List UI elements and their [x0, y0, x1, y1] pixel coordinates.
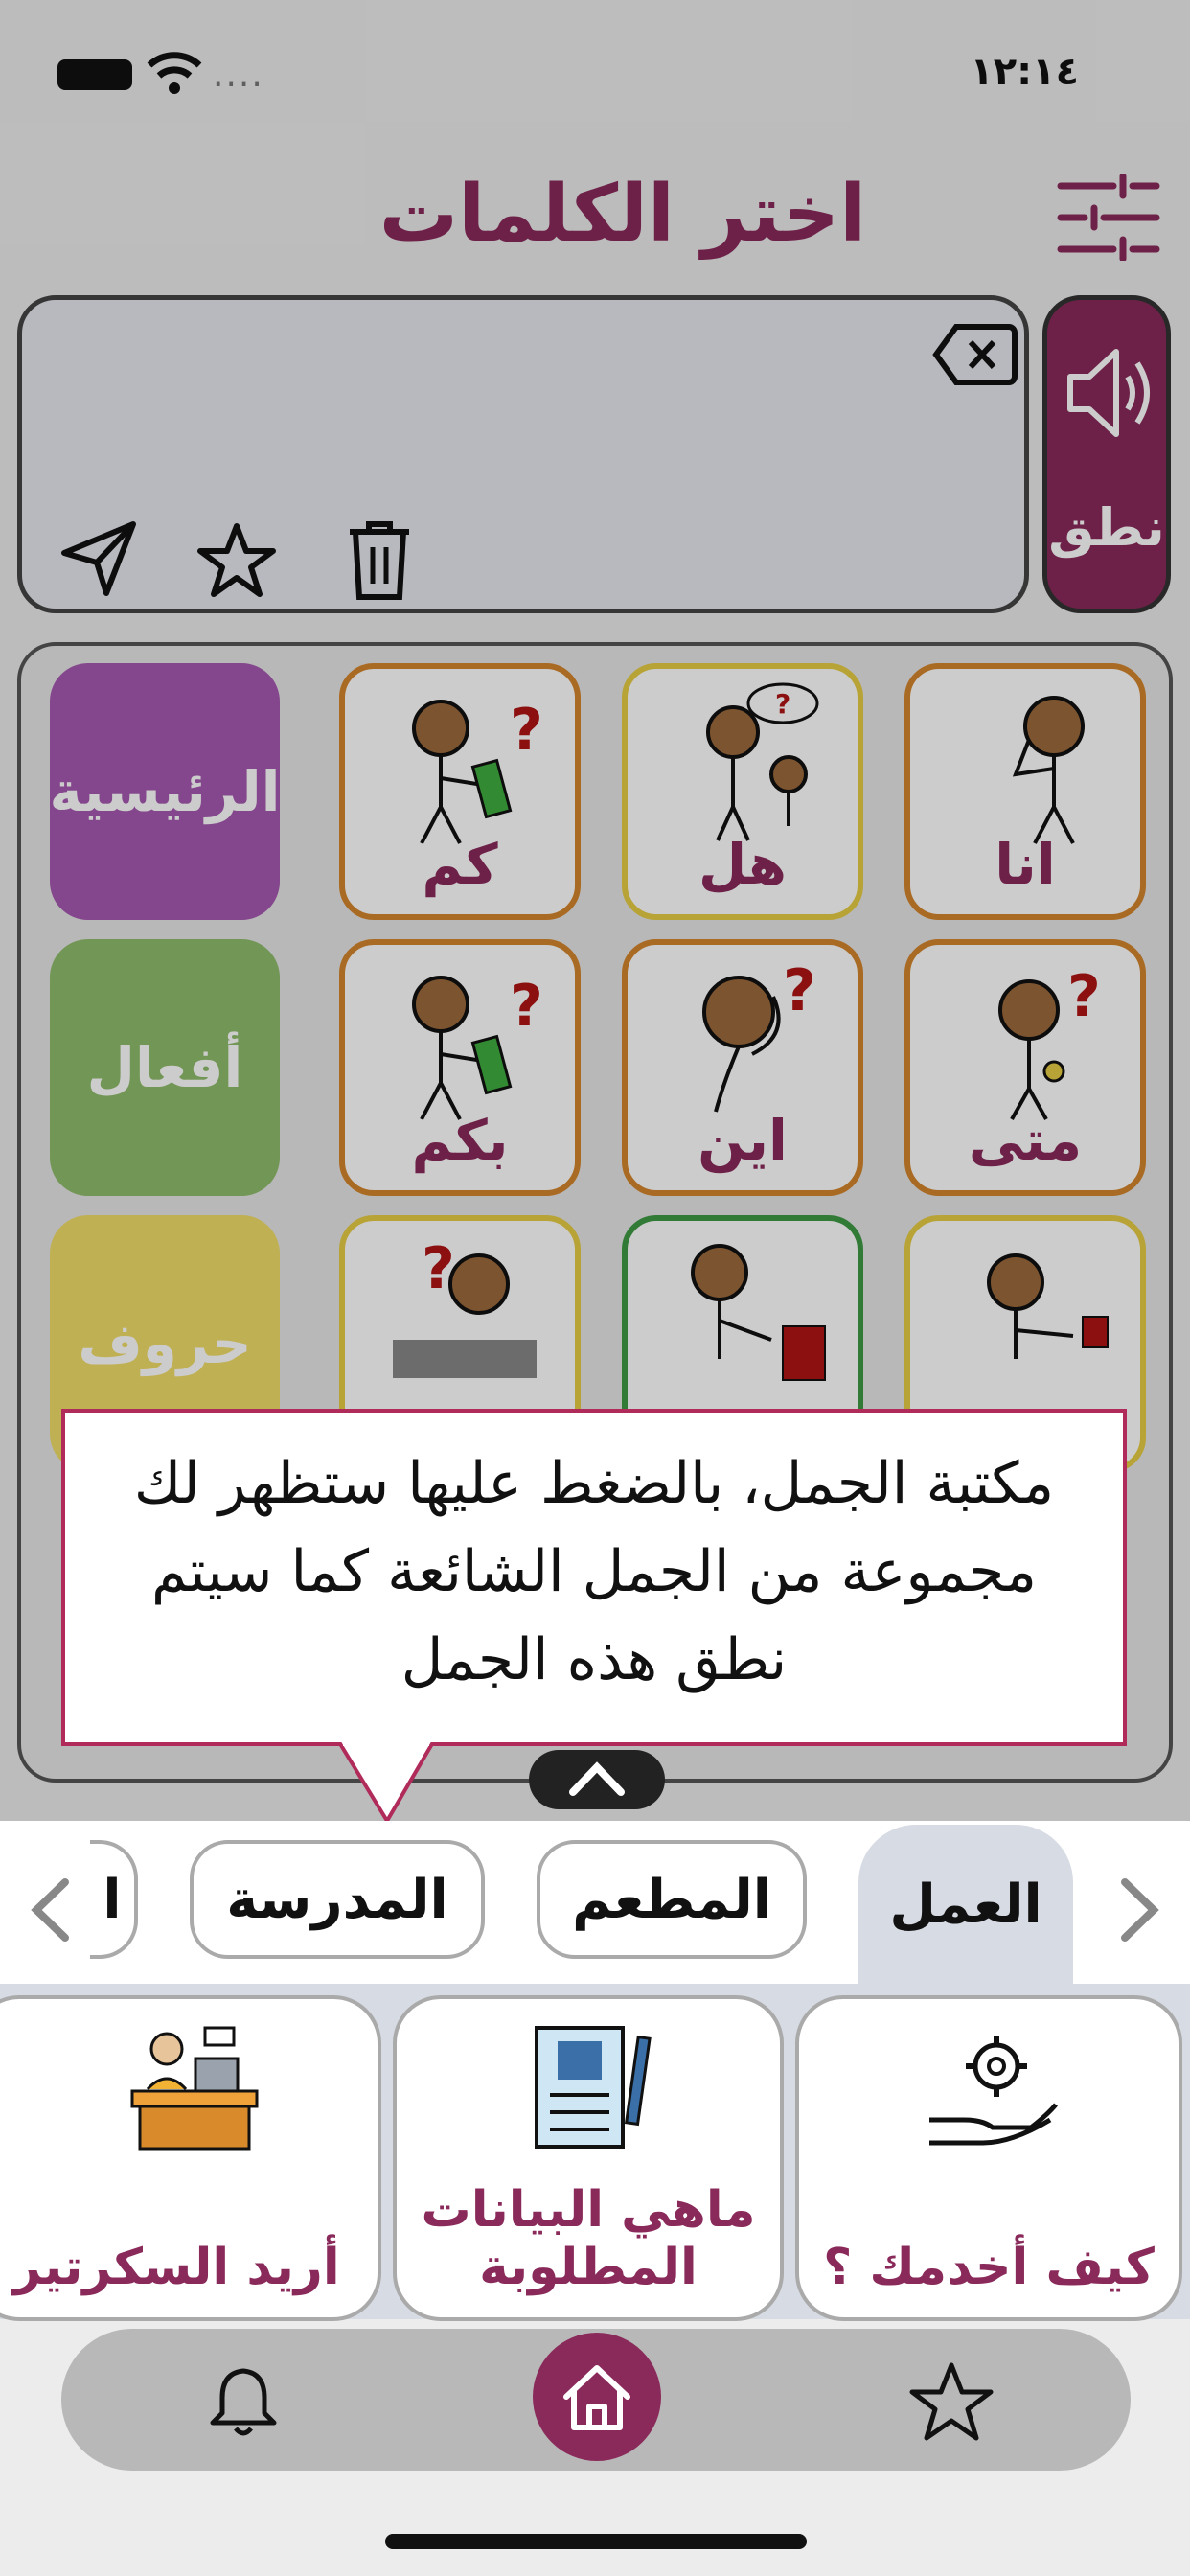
phrase-categories-bar: العمل المطعم المدرسة ا	[0, 1821, 1190, 1984]
chip-school[interactable]: المدرسة	[190, 1840, 485, 1959]
phrase-card-required-data[interactable]: ماهي البيانات المطلوبة	[393, 1995, 784, 2321]
chip-restaurant[interactable]: المطعم	[537, 1840, 807, 1959]
chip-partial[interactable]: ا	[90, 1840, 138, 1959]
bell-icon[interactable]	[205, 2363, 282, 2440]
favorites-star-icon[interactable]	[908, 2361, 995, 2444]
tutorial-tooltip: مكتبة الجمل، بالضغط عليها ستظهر لك مجموع…	[61, 1409, 1127, 1746]
chevron-right-icon[interactable]	[1115, 1876, 1163, 1944]
app-screen: ١٢:١٤ .... اختر الكلمات نطق انا ? هل ? ك…	[0, 0, 1190, 2576]
chevron-up-icon	[569, 1761, 625, 1796]
home-button[interactable]	[533, 2333, 661, 2461]
collapse-button[interactable]	[529, 1750, 665, 1809]
phrase-text: أريد السكرتير	[12, 2239, 340, 2296]
chip-work[interactable]: العمل	[858, 1825, 1073, 1984]
home-indicator	[385, 2534, 807, 2549]
phrase-cards: كيف أخدمك ؟ ماهي البيانات المطلوبة أريد …	[0, 1984, 1190, 2321]
tooltip-pointer	[337, 1742, 435, 1825]
phrase-card-secretary[interactable]: أريد السكرتير	[0, 1995, 381, 2321]
tooltip-text: مكتبة الجمل، بالضغط عليها ستظهر لك مجموع…	[133, 1450, 1055, 1693]
document-form-icon	[535, 2026, 652, 2149]
phrase-text: ماهي البيانات المطلوبة	[421, 2181, 756, 2296]
phrase-text: كيف أخدمك ؟	[823, 2239, 1155, 2296]
service-gear-icon	[929, 2036, 1058, 2146]
secretary-desk-icon	[130, 2026, 259, 2150]
home-icon	[563, 2365, 630, 2430]
chevron-left-icon[interactable]	[27, 1876, 75, 1944]
phrase-card-how-serve[interactable]: كيف أخدمك ؟	[795, 1995, 1182, 2321]
